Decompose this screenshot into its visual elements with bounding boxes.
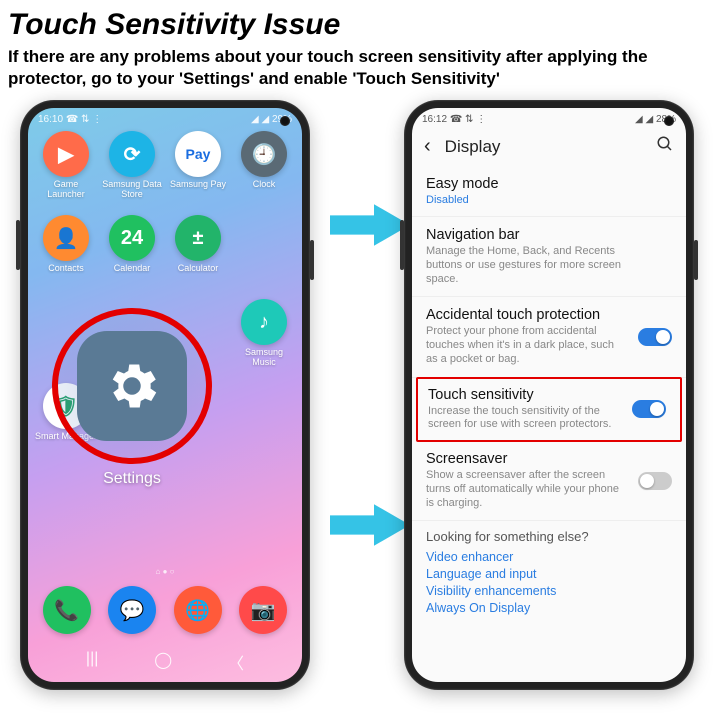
setting-desc: Protect your phone from accidental touch… <box>426 325 672 366</box>
settings-circle-icon <box>52 308 212 464</box>
app-calculator[interactable]: ± Calculator <box>166 215 230 297</box>
page-title: Touch Sensitivity Issue <box>0 0 714 46</box>
footer-link-language-and-input[interactable]: Language and input <box>426 567 672 581</box>
search-icon[interactable] <box>656 135 674 158</box>
settings-app-icon[interactable] <box>77 331 187 441</box>
dock-app[interactable]: 🌐 <box>174 586 222 634</box>
footer-links: Looking for something else? Video enhanc… <box>412 521 686 632</box>
status-time: 16:12 ☎ ⇅ ⋮ <box>422 114 486 125</box>
setting-row-accidental-touch-protection[interactable]: Accidental touch protection Protect your … <box>412 297 686 377</box>
app-label: Calculator <box>178 264 219 274</box>
footer-link-visibility-enhancements[interactable]: Visibility enhancements <box>426 584 672 598</box>
app-icon: 🕘 <box>241 131 287 177</box>
app-label: Samsung Data Store <box>100 180 164 200</box>
toggle-switch[interactable] <box>638 328 672 346</box>
settings-highlight: Settings <box>42 308 222 488</box>
settings-header-title: Display <box>445 137 501 157</box>
setting-title: Navigation bar <box>426 227 672 243</box>
app-samsung-music[interactable]: ♪ Samsung Music <box>232 299 296 381</box>
app-label: Samsung Music <box>232 348 296 368</box>
app-samsung-data-store[interactable]: ⟳ Samsung Data Store <box>100 131 164 213</box>
setting-desc: Manage the Home, Back, and Recents butto… <box>426 245 672 286</box>
settings-header: ‹ Display <box>412 127 686 166</box>
status-bar: 16:12 ☎ ⇅ ⋮ ◢ ◢ 28% <box>412 108 686 127</box>
arrow-icon <box>330 500 410 550</box>
setting-status: Disabled <box>426 194 672 206</box>
app-contacts[interactable]: 👤 Contacts <box>34 215 98 297</box>
setting-desc: Show a screensaver after the screen turn… <box>426 469 672 510</box>
phone-right-frame: 16:12 ☎ ⇅ ⋮ ◢ ◢ 28% ‹ Display Easy mode D… <box>404 100 694 690</box>
dock-app[interactable]: 📷 <box>239 586 287 634</box>
nav-bar: ||| ◯ 〈 <box>28 644 302 682</box>
footer-link-video-enhancer[interactable]: Video enhancer <box>426 550 672 564</box>
dock-app[interactable]: 💬 <box>108 586 156 634</box>
app-label: Game Launcher <box>34 180 98 200</box>
page-subtitle: If there are any problems about your tou… <box>0 46 714 100</box>
app-icon: ± <box>175 215 221 261</box>
arrow-icon <box>330 200 410 250</box>
app-calendar[interactable]: 24 Calendar <box>100 215 164 297</box>
toggle-switch[interactable] <box>638 472 672 490</box>
app-clock[interactable]: 🕘 Clock <box>232 131 296 213</box>
setting-title: Accidental touch protection <box>426 307 672 323</box>
display-settings-screen: 16:12 ☎ ⇅ ⋮ ◢ ◢ 28% ‹ Display Easy mode D… <box>412 108 686 682</box>
app-icon: ▶ <box>43 131 89 177</box>
dock-app[interactable]: 📞 <box>43 586 91 634</box>
settings-label: Settings <box>103 470 161 488</box>
page-indicator: ⌂ ● ○ <box>28 565 302 578</box>
back-icon[interactable]: ‹ <box>424 135 431 158</box>
setting-title: Touch sensitivity <box>428 387 670 403</box>
footer-title: Looking for something else? <box>426 529 672 544</box>
app-label: Calendar <box>114 264 151 274</box>
app-label: Samsung Pay <box>170 180 226 190</box>
app-label: Clock <box>253 180 276 190</box>
app-spacer <box>232 215 296 297</box>
setting-row-touch-sensitivity[interactable]: Touch sensitivityIncrease the touch sens… <box>416 377 682 443</box>
phone-left-frame: 16:10 ☎ ⇅ ⋮ ◢ ◢ 29% ▶ Game Launcher ⟳ Samsu… <box>20 100 310 690</box>
setting-row-screensaver[interactable]: Screensaver Show a screensaver after the … <box>412 441 686 521</box>
status-time: 16:10 ☎ ⇅ ⋮ <box>38 114 102 125</box>
stage: 16:10 ☎ ⇅ ⋮ ◢ ◢ 29% ▶ Game Launcher ⟳ Samsu… <box>0 100 714 690</box>
setting-title: Screensaver <box>426 451 672 467</box>
app-label: Contacts <box>48 264 84 274</box>
nav-recents-icon[interactable]: ||| <box>86 650 98 674</box>
nav-back-icon[interactable]: 〈 <box>228 650 244 674</box>
setting-row-easy-mode[interactable]: Easy mode Disabled <box>412 166 686 217</box>
setting-title: Easy mode <box>426 176 672 192</box>
app-icon: ♪ <box>241 299 287 345</box>
app-icon: Pay <box>175 131 221 177</box>
status-bar: 16:10 ☎ ⇅ ⋮ ◢ ◢ 29% <box>28 108 302 127</box>
setting-row-navigation-bar[interactable]: Navigation bar Manage the Home, Back, and… <box>412 217 686 297</box>
app-icon: 24 <box>109 215 155 261</box>
nav-home-icon[interactable]: ◯ <box>154 650 172 674</box>
app-icon: ⟳ <box>109 131 155 177</box>
home-screen: 16:10 ☎ ⇅ ⋮ ◢ ◢ 29% ▶ Game Launcher ⟳ Samsu… <box>28 108 302 682</box>
app-game-launcher[interactable]: ▶ Game Launcher <box>34 131 98 213</box>
settings-list: Easy mode Disabled Navigation bar Manage th… <box>412 166 686 521</box>
dock: 📞 💬 🌐 📷 <box>28 578 302 644</box>
app-icon: 👤 <box>43 215 89 261</box>
toggle-switch[interactable] <box>632 400 666 418</box>
app-samsung-pay[interactable]: Pay Samsung Pay <box>166 131 230 213</box>
footer-link-always-on-display[interactable]: Always On Display <box>426 601 672 615</box>
